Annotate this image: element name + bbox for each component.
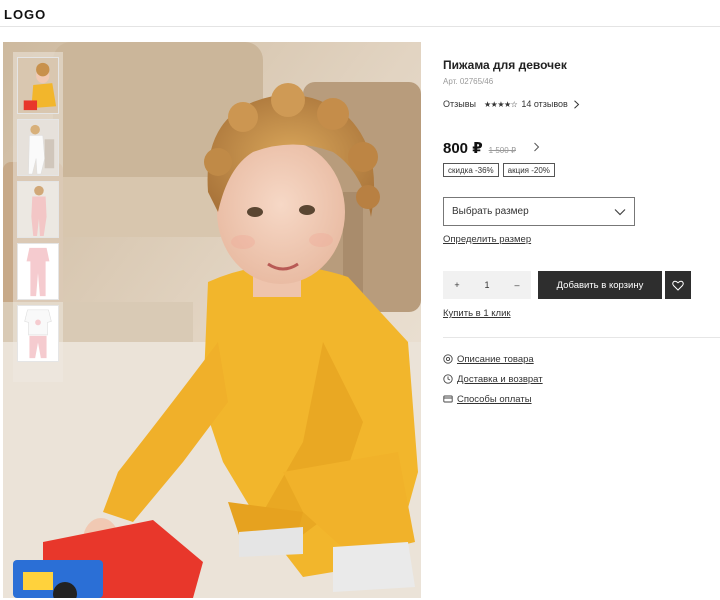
card-icon: [443, 395, 453, 403]
quantity-stepper: + 1 –: [443, 271, 531, 299]
thumbnail-2[interactable]: [17, 119, 59, 176]
delivery-link-label: Доставка и возврат: [457, 373, 543, 385]
determine-size-link[interactable]: Определить размер: [443, 234, 531, 245]
product-sku: Арт. 02765/46: [443, 77, 494, 86]
reviews-link[interactable]: Отзывы ★★★★☆ 14 отзывов: [443, 98, 580, 110]
quantity-increase-button[interactable]: –: [503, 280, 531, 290]
thumbnail-1[interactable]: [17, 57, 59, 114]
payment-link-label: Способы оплаты: [457, 393, 532, 405]
chevron-right-icon: [574, 99, 580, 109]
add-to-cart-button[interactable]: Добавить в корзину: [538, 271, 662, 299]
main-product-image[interactable]: [3, 42, 421, 598]
logo[interactable]: LOGO: [4, 7, 46, 22]
reviews-label: Отзывы: [443, 99, 476, 109]
thumbnail-list: [17, 57, 59, 367]
quantity-decrease-button[interactable]: +: [443, 280, 471, 290]
discount-badges: скидка -36% акция -20%: [443, 163, 555, 177]
thumbnail-4[interactable]: [17, 243, 59, 300]
favorite-button[interactable]: [665, 271, 691, 299]
chevron-down-icon: [614, 208, 626, 215]
info-links: Описание товара Доставка и возврат Спосо…: [443, 353, 543, 413]
thumbnail-5[interactable]: [17, 305, 59, 362]
delivery-link[interactable]: Доставка и возврат: [443, 373, 543, 385]
description-link[interactable]: Описание товара: [443, 353, 543, 365]
price-chevron-right-icon[interactable]: [533, 142, 540, 152]
product-gallery: [3, 42, 421, 598]
info-circle-icon: [443, 354, 453, 364]
size-select[interactable]: Выбрать размер: [443, 197, 635, 226]
product-info: Пижама для девочек Арт. 02765/46 Отзывы …: [443, 0, 720, 600]
promo-badge: акция -20%: [502, 163, 555, 177]
buy-one-click-link[interactable]: Купить в 1 клик: [443, 308, 511, 319]
thumbnail-3[interactable]: [17, 181, 59, 238]
discount-badge: скидка -36%: [443, 163, 499, 177]
clock-icon: [443, 374, 453, 384]
old-price: 1 500 ₽: [488, 146, 516, 155]
description-link-label: Описание товара: [457, 353, 534, 365]
reviews-count: 14 отзывов: [521, 99, 568, 109]
payment-link[interactable]: Способы оплаты: [443, 393, 543, 405]
divider: [443, 337, 720, 338]
product-title: Пижама для девочек: [443, 58, 567, 72]
quantity-value[interactable]: 1: [473, 280, 501, 290]
heart-icon: [672, 280, 684, 291]
size-select-value: Выбрать размер: [452, 206, 529, 217]
current-price: 800 ₽: [443, 140, 483, 157]
rating-stars: ★★★★☆: [483, 99, 518, 109]
price-block: 800 ₽ 1 500 ₽: [443, 139, 516, 157]
